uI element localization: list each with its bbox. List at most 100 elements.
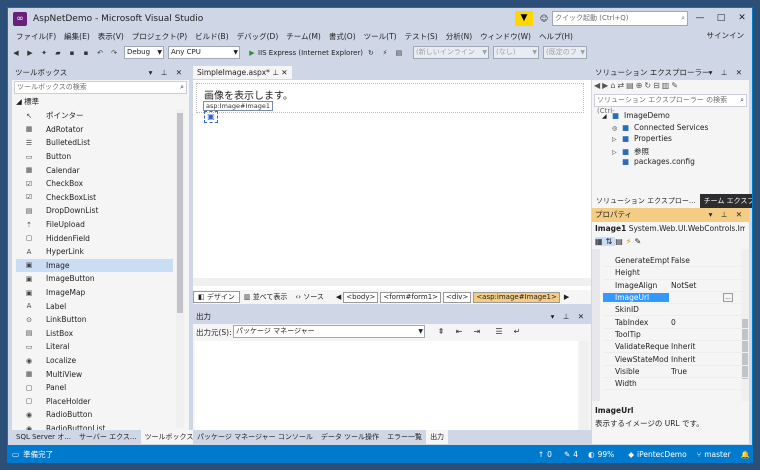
toolbox-item[interactable]: ▦ Calendar (16, 163, 173, 177)
save-all-icon[interactable]: ▪ (80, 47, 92, 59)
toolbox-item[interactable]: ⇡ FileUpload (16, 218, 173, 232)
menu-window[interactable]: ウィンドウ(W) (480, 31, 531, 42)
undo-icon[interactable]: ↶ (94, 47, 106, 59)
menu-test[interactable]: テスト(S) (405, 31, 438, 42)
redo-icon[interactable]: ↷ (108, 47, 120, 59)
style-select[interactable]: (新しいインライン ▼ (412, 46, 489, 59)
save-icon[interactable]: ▪ (66, 47, 78, 59)
toolbox-item[interactable]: ◉ RadioButton (16, 408, 173, 422)
property-row[interactable]: ImageAlign NotSet (603, 280, 748, 292)
tab-team-explorer[interactable]: チーム エクスプローラー (699, 194, 752, 208)
panel-controls-icon[interactable]: ▾ ⊥ ✕ (709, 66, 745, 80)
property-row[interactable]: ValidateRequestMInherit (603, 341, 748, 354)
solution-tree-item[interactable]: ■ packages.config (612, 157, 695, 166)
property-pages-icon[interactable]: ✎ (634, 237, 644, 246)
solution-tree-item[interactable]: ▷ ■ Properties (612, 134, 672, 143)
tab-output[interactable]: 出力 (426, 430, 449, 444)
panel-controls-icon[interactable]: ▾ ⊥ ✕ (551, 310, 587, 324)
output-scrollbar[interactable] (579, 341, 589, 430)
toolbox-item[interactable]: ▭ Literal (16, 340, 173, 354)
tab-sql-server[interactable]: SQL Server オ... (12, 430, 75, 444)
property-row[interactable]: ViewStateMode Inherit (603, 353, 748, 366)
project-name[interactable]: iPentecDemo (637, 450, 687, 459)
properties-object-select[interactable]: Image1 System.Web.UI.WebControls.Ima (595, 224, 745, 233)
crumb-body[interactable]: <body> (343, 291, 379, 303)
platform-select[interactable]: Any CPU ▼ (168, 46, 240, 59)
toolbox-item[interactable]: ▣ ImageMap (16, 286, 173, 300)
menu-file[interactable]: ファイル(F) (16, 31, 56, 42)
toolbox-item[interactable]: ▢ PlaceHolder (16, 395, 173, 409)
toolbox-item[interactable]: ☰ BulletedList (16, 136, 173, 150)
property-value[interactable]: Inherit (669, 355, 748, 364)
property-row[interactable]: Visible True (603, 366, 748, 378)
minimize-button[interactable]: — (690, 11, 710, 26)
open-file-icon[interactable]: ▰ (52, 47, 64, 59)
expand-icon[interactable]: ▷ (612, 136, 622, 143)
toolbox-search-input[interactable]: ツールボックスの検索 ⌕ (14, 81, 187, 94)
view-source-tab[interactable]: ‹› ソース (291, 292, 327, 302)
panel-controls-icon[interactable]: ▾ ⊥ ✕ (149, 66, 185, 80)
menu-tools[interactable]: ツール(T) (364, 31, 397, 42)
property-value[interactable]: Inherit (669, 342, 748, 351)
toolbox-item[interactable]: ☑ CheckBox (16, 177, 173, 191)
browser-link-icon[interactable]: ⚡ (379, 47, 391, 59)
properties-icon[interactable]: ▤ (615, 237, 626, 246)
property-value[interactable]: False (669, 256, 748, 265)
clear-all-icon[interactable]: ☰ (493, 326, 505, 338)
menu-team[interactable]: チーム(M) (286, 31, 321, 42)
configuration-select[interactable]: Debug ▼ (124, 46, 164, 59)
tab-toolbox[interactable]: ツールボックス (140, 430, 198, 444)
collapse-all-icon[interactable]: ⊟ (653, 81, 662, 90)
toolbox-item[interactable]: ▤ ListBox (16, 327, 173, 341)
menu-project[interactable]: プロジェクト(P) (132, 31, 187, 42)
property-value[interactable]: NotSet (669, 281, 748, 290)
menu-view[interactable]: 表示(V) (98, 31, 124, 42)
toolbox-group-header[interactable]: ◢ 標準 (16, 96, 39, 107)
imageurl-browse-button[interactable]: ... (723, 293, 733, 302)
prev-message-icon[interactable]: ⇤ (453, 326, 465, 338)
toolbox-item[interactable]: ▣ Image (16, 258, 173, 273)
property-row[interactable]: SkinID (603, 304, 748, 317)
view-design-tab[interactable]: ◧ デザイン (193, 291, 240, 303)
menu-debug[interactable]: デバッグ(D) (237, 31, 279, 42)
alphabetical-icon[interactable]: ⇅ (605, 237, 616, 246)
design-surface[interactable]: 画像を表示します。 asp:Image#Image1 ▣ (193, 80, 591, 296)
menu-help[interactable]: ヘルプ(H) (539, 31, 573, 42)
solution-tree-item[interactable]: ◢ ■ ImageDemo (602, 111, 670, 120)
toolbox-item[interactable]: ◉ Localize (16, 354, 173, 368)
zoom-level[interactable]: 99% (598, 450, 615, 459)
close-tab-icon[interactable]: ✕ (281, 68, 287, 77)
solution-tree-item[interactable]: ◎ ■ Connected Services (612, 123, 708, 132)
scrollbar-thumb[interactable] (177, 113, 183, 313)
toolbox-item[interactable]: ⊙ LinkButton (16, 313, 173, 327)
design-hscrollbar[interactable] (193, 278, 591, 286)
toolbox-item[interactable]: ▣ ImageButton (16, 272, 173, 286)
panel-controls-icon[interactable]: ▾ ⊥ ✕ (709, 208, 745, 222)
pin-icon[interactable]: ⊥ (272, 68, 279, 77)
toolbox-item[interactable]: A HyperLink (16, 245, 173, 259)
menu-analyze[interactable]: 分析(N) (446, 31, 472, 42)
close-button[interactable]: ✕ (732, 11, 752, 26)
toolbox-item[interactable]: A Label (16, 299, 173, 313)
tab-data-tools[interactable]: データ ツール操作 (317, 430, 383, 444)
properties-icon[interactable]: ✎ (671, 81, 680, 90)
property-row[interactable]: ToolTip (603, 329, 748, 342)
find-message-icon[interactable]: ⇞ (435, 326, 447, 338)
signin-link[interactable]: サインイン (707, 30, 745, 41)
property-row[interactable]: TabIndex 0 (603, 317, 748, 329)
run-icon[interactable]: ▶ (246, 47, 258, 59)
solution-tree-item[interactable]: ▷ ■ 参照 (612, 146, 649, 157)
toolbox-item[interactable]: ▦ MultiView (16, 367, 173, 381)
property-row[interactable]: Height (603, 267, 748, 280)
toolbox-item[interactable]: ▢ Panel (16, 381, 173, 395)
run-target-button[interactable]: IIS Express (Internet Explorer) (258, 49, 363, 57)
crumb-div[interactable]: <div> (443, 291, 472, 303)
toolbox-item[interactable]: ▭ Button (16, 150, 173, 164)
solution-search-input[interactable]: ソリューション エクスプローラー の検索 (Ctrl- ⌕ (594, 94, 747, 115)
back-icon[interactable]: ◀ (10, 47, 22, 59)
menu-format[interactable]: 書式(O) (329, 31, 356, 42)
toolbar-icon[interactable]: ▤ (393, 47, 405, 59)
toolbox-item[interactable]: ↖ ポインター (16, 109, 173, 123)
view-split-tab[interactable]: ▥ 並べて表示 (240, 292, 292, 302)
crumb-right-arrow-icon[interactable]: ▶ (564, 293, 569, 301)
